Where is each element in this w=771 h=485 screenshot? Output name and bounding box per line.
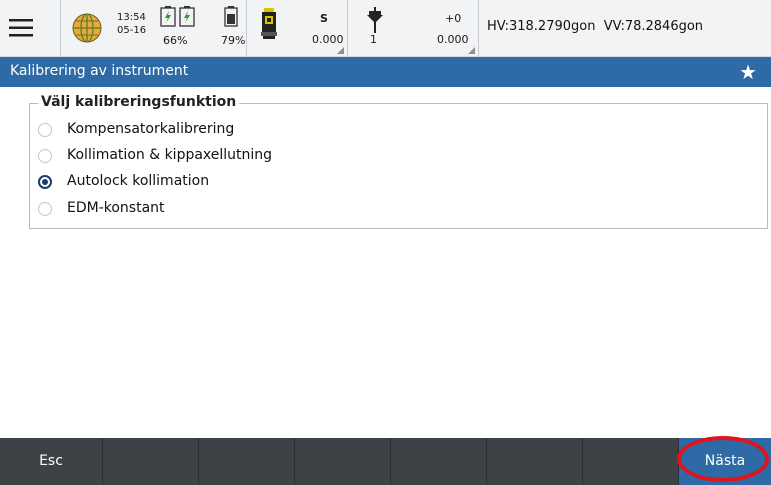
corner-indicator — [468, 47, 475, 54]
favorite-star-icon[interactable]: ★ — [739, 60, 757, 84]
softkey-bar: Esc Nästa — [0, 438, 771, 485]
page-title: Kalibrering av instrument — [10, 63, 189, 79]
s-label: S — [320, 12, 328, 25]
radio-button[interactable] — [38, 149, 52, 163]
option-edm-constant[interactable]: EDM-konstant — [38, 200, 368, 222]
option-label: Autolock kollimation — [67, 173, 210, 189]
option-autolock-collimation[interactable]: Autolock kollimation — [38, 173, 368, 195]
next-button[interactable]: Nästa — [679, 438, 771, 485]
softkey-empty-1[interactable] — [103, 438, 199, 485]
menu-button[interactable] — [0, 0, 60, 56]
battery-charging-icon — [160, 6, 195, 27]
globe-icon — [72, 13, 102, 43]
softkey-empty-3[interactable] — [295, 438, 391, 485]
corner-indicator — [337, 47, 344, 54]
prism-target-icon — [367, 7, 383, 33]
radio-button[interactable] — [38, 123, 52, 137]
group-legend: Välj kalibreringsfunktion — [38, 94, 240, 110]
radio-button-selected[interactable] — [38, 175, 52, 189]
height-value: 0.000 — [437, 33, 469, 46]
globe-button[interactable] — [61, 0, 106, 56]
battery-left-percent: 66% — [163, 34, 188, 47]
option-compensator-calibration[interactable]: Kompensatorkalibrering — [38, 121, 368, 143]
clock-time: 13:54 — [117, 12, 146, 23]
battery-icon — [224, 6, 238, 27]
softkey-empty-2[interactable] — [199, 438, 295, 485]
height-label: +0 — [445, 12, 462, 25]
title-bar: Kalibrering av instrument ★ — [0, 57, 771, 87]
instrument-button[interactable]: S 0.000 — [247, 0, 347, 56]
status-bar: 13:54 05-16 66% 79% S 0.000 1 +0 0.000 H… — [0, 0, 771, 57]
target-count: 1 — [370, 33, 377, 46]
esc-button[interactable]: Esc — [0, 438, 103, 485]
battery-status-button[interactable]: 13:54 05-16 66% 79% — [106, 0, 246, 56]
option-label: Kompensatorkalibrering — [67, 121, 235, 137]
s-value: 0.000 — [312, 33, 344, 46]
clock-date: 05-16 — [117, 25, 147, 36]
target-button[interactable]: 1 +0 0.000 — [348, 0, 478, 56]
option-label: Kollimation & kippaxellutning — [67, 147, 273, 163]
option-collimation-trunnion[interactable]: Kollimation & kippaxellutning — [38, 147, 368, 169]
next-label: Nästa — [704, 453, 746, 469]
hamburger-menu-icon — [9, 19, 33, 37]
option-label: EDM-konstant — [67, 200, 165, 216]
softkey-empty-4[interactable] — [391, 438, 487, 485]
battery-right-percent: 79% — [221, 34, 246, 47]
esc-label: Esc — [39, 453, 63, 469]
radio-button[interactable] — [38, 202, 52, 216]
angles-readout[interactable]: HV:318.2790gon VV:78.2846gon — [479, 0, 771, 56]
angle-values: HV:318.2790gon VV:78.2846gon — [487, 19, 704, 34]
total-station-icon — [261, 8, 277, 39]
softkey-empty-5[interactable] — [487, 438, 583, 485]
softkey-empty-6[interactable] — [583, 438, 679, 485]
